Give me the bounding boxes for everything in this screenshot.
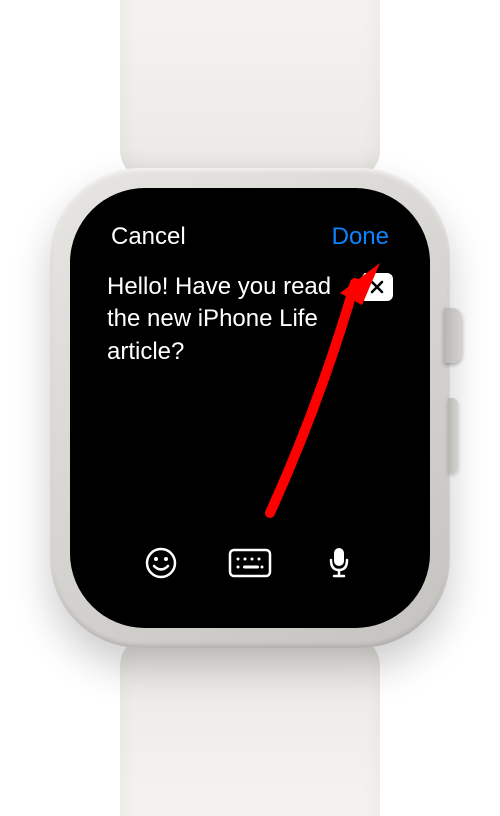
screen: Cancel Done Hello! Have you read the new… — [85, 203, 415, 613]
keyboard-icon — [228, 548, 272, 578]
message-text: Hello! Have you read the new iPhone Life… — [107, 271, 393, 368]
side-button[interactable] — [448, 398, 458, 473]
header-bar: Cancel Done — [107, 223, 393, 251]
cancel-button[interactable]: Cancel — [111, 223, 186, 251]
message-area[interactable]: Hello! Have you read the new iPhone Life… — [107, 271, 393, 543]
watch-band-top — [120, 0, 380, 180]
input-toolbar — [107, 543, 393, 593]
digital-crown[interactable] — [444, 308, 462, 363]
done-button[interactable]: Done — [332, 223, 389, 251]
watch-case: Cancel Done Hello! Have you read the new… — [50, 168, 450, 648]
emoji-button[interactable] — [136, 543, 186, 583]
screen-bezel: Cancel Done Hello! Have you read the new… — [70, 188, 430, 628]
backspace-x-icon — [370, 280, 384, 294]
microphone-button[interactable] — [314, 543, 364, 583]
keyboard-button[interactable] — [225, 543, 275, 583]
microphone-icon — [328, 546, 350, 580]
emoji-icon — [145, 547, 177, 579]
watch-band-bottom — [120, 636, 380, 816]
